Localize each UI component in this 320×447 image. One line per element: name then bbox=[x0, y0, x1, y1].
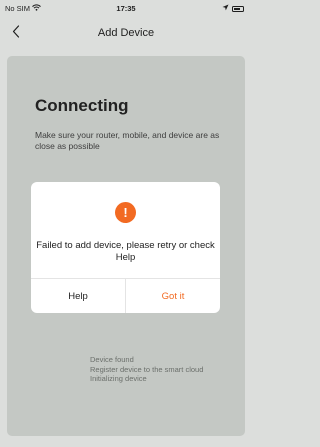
connecting-title: Connecting bbox=[35, 96, 129, 115]
step-item: Device found bbox=[90, 355, 134, 364]
status-bar: No SIM 17:35 bbox=[0, 0, 252, 18]
progress-steps: Device found Register device to the smar… bbox=[90, 355, 203, 384]
help-button[interactable]: Help bbox=[31, 279, 125, 313]
location-arrow-icon bbox=[222, 4, 229, 13]
connecting-description: Make sure your router, mobile, and devic… bbox=[35, 130, 220, 151]
dialog-message: Failed to add device, please retry or ch… bbox=[36, 240, 215, 263]
status-right bbox=[222, 4, 244, 13]
got-it-button[interactable]: Got it bbox=[126, 279, 220, 313]
navigation-bar: Add Device bbox=[0, 18, 252, 50]
step-item: Initializing device bbox=[90, 374, 147, 383]
alert-icon: ! bbox=[115, 202, 136, 223]
battery-icon bbox=[232, 5, 244, 12]
page-title: Add Device bbox=[97, 27, 155, 39]
status-time: 17:35 bbox=[116, 4, 136, 13]
step-item: Register device to the smart cloud bbox=[90, 364, 204, 374]
error-dialog: ! Failed to add device, please retry or … bbox=[31, 182, 220, 313]
